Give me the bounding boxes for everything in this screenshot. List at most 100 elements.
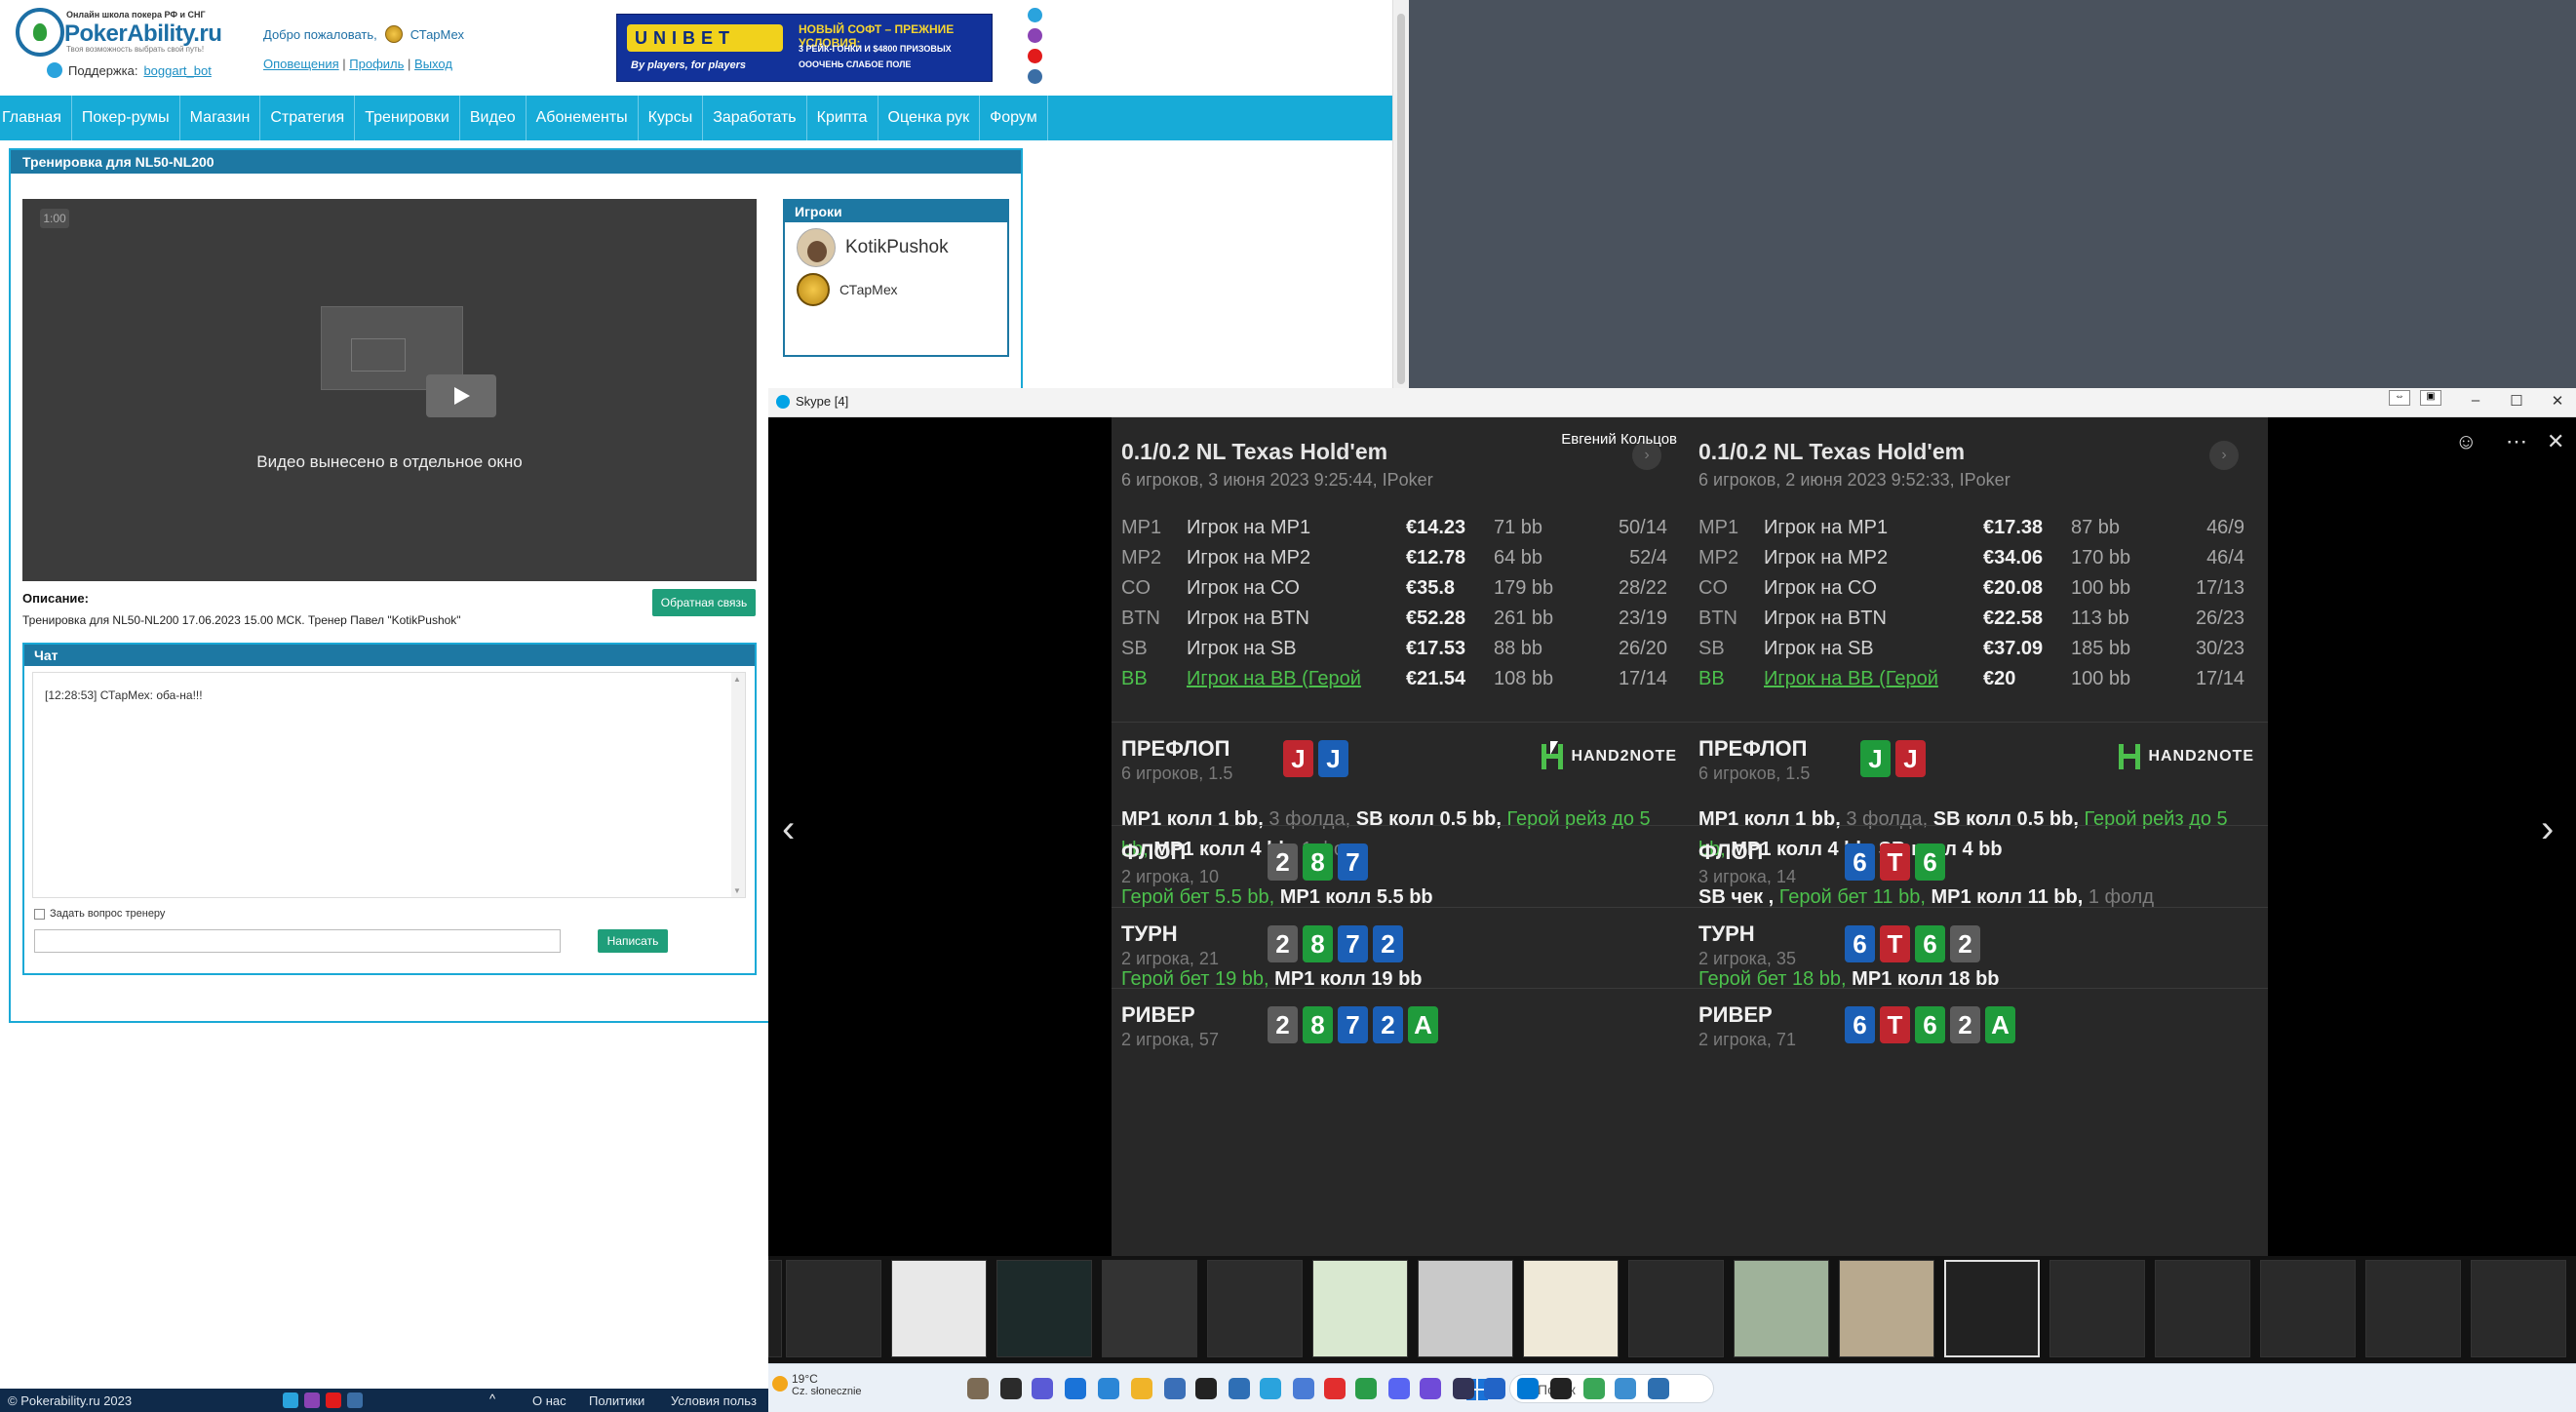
thumbnail[interactable] <box>996 1260 1092 1357</box>
player-name[interactable]: KotikPushok <box>845 237 949 258</box>
close-viewer-icon[interactable]: ✕ <box>2547 429 2564 454</box>
thumbnail[interactable] <box>1418 1260 1513 1357</box>
vk-icon[interactable] <box>1028 69 1042 84</box>
chat-scrollbar[interactable] <box>731 673 745 897</box>
site-logo[interactable]: Онлайн школа покера РФ и СНГ PokerAbilit… <box>16 8 222 60</box>
feedback-button[interactable]: Обратная связь <box>652 589 756 616</box>
close-window-icon[interactable]: ✕ <box>2547 392 2568 410</box>
play-icon[interactable] <box>426 374 496 417</box>
thumbnail[interactable] <box>2365 1260 2461 1357</box>
thumbnail[interactable] <box>1734 1260 1829 1357</box>
thumbnail[interactable] <box>786 1260 881 1357</box>
opera-icon[interactable] <box>1324 1378 1346 1399</box>
emoji-icon[interactable]: ☺ <box>2455 429 2477 454</box>
thumbnail[interactable] <box>2471 1260 2566 1357</box>
files-icon[interactable] <box>1131 1378 1152 1399</box>
nav-strategy[interactable]: Стратегия <box>260 96 356 140</box>
video-player[interactable]: 1:00 Видео вынесено в отдельное окно <box>22 199 757 581</box>
send-button[interactable]: Написать <box>598 929 668 953</box>
app-icon[interactable] <box>1453 1378 1474 1399</box>
youtube-icon[interactable] <box>326 1392 341 1408</box>
ask-trainer[interactable]: Задать вопрос тренеру <box>34 908 165 920</box>
page-scrollbar[interactable] <box>1392 0 1409 390</box>
info-icon[interactable] <box>1229 1378 1250 1399</box>
nav-hand-review[interactable]: Оценка рук <box>878 96 981 140</box>
thumbnail[interactable] <box>1628 1260 1724 1357</box>
vk-icon[interactable] <box>347 1392 363 1408</box>
nav-home[interactable]: Главная <box>0 96 72 140</box>
thumbnail[interactable] <box>1523 1260 1619 1357</box>
thumbnail[interactable] <box>1207 1260 1303 1357</box>
chevron-up-icon[interactable]: ^ <box>489 1392 495 1406</box>
nav-courses[interactable]: Курсы <box>639 96 704 140</box>
prev-image-icon[interactable]: ‹ <box>782 807 795 851</box>
teams-icon[interactable] <box>1032 1378 1053 1399</box>
task-view-icon[interactable] <box>1000 1378 1022 1399</box>
banner-line: 3 РЕЙК-ГОНКИ И $4800 ПРИЗОВЫХ <box>799 44 952 54</box>
pin-icon[interactable]: ⇔ <box>2389 390 2410 406</box>
weather-widget[interactable]: 19°C Cz. słonecznie <box>792 1372 862 1397</box>
calendar-icon[interactable] <box>1484 1378 1505 1399</box>
support-link[interactable]: boggart_bot <box>143 63 211 78</box>
twitch-icon[interactable] <box>304 1392 320 1408</box>
thumbnail[interactable] <box>2155 1260 2250 1357</box>
more-options-icon[interactable]: ⋯ <box>2506 429 2527 454</box>
next-image-icon[interactable]: › <box>2541 807 2554 851</box>
nav-video[interactable]: Видео <box>460 96 527 140</box>
save-icon[interactable] <box>1164 1378 1186 1399</box>
skype-icon[interactable] <box>1517 1378 1539 1399</box>
steam-icon[interactable] <box>1550 1378 1572 1399</box>
split-icon[interactable]: ▣ <box>2420 390 2441 406</box>
footer-link-about[interactable]: О нас <box>532 1393 566 1408</box>
player-name[interactable]: СТарМех <box>839 282 897 297</box>
app-icon[interactable] <box>1615 1378 1636 1399</box>
thumbnail[interactable] <box>2260 1260 2356 1357</box>
discord-icon[interactable] <box>1388 1378 1410 1399</box>
thumbnail[interactable] <box>2049 1260 2145 1357</box>
chevron-right-icon[interactable]: › <box>2209 441 2239 470</box>
telegram-icon[interactable] <box>1260 1378 1281 1399</box>
nav-forum[interactable]: Форум <box>980 96 1048 140</box>
nav-earn[interactable]: Заработать <box>703 96 807 140</box>
chat-messages[interactable]: [12:28:53] СТарМех: оба-на!!! <box>32 672 746 898</box>
thumbnail[interactable] <box>1944 1260 2040 1357</box>
twitch-icon[interactable] <box>1028 28 1042 43</box>
nav-trainings[interactable]: Тренировки <box>355 96 460 140</box>
footer-link-policies[interactable]: Политики <box>589 1393 644 1408</box>
maximize-icon[interactable]: ☐ <box>2506 392 2527 410</box>
ask-checkbox[interactable] <box>34 908 45 920</box>
notifications-link[interactable]: Оповещения <box>263 57 339 71</box>
youtube-icon[interactable] <box>1028 49 1042 63</box>
chat-input[interactable] <box>34 929 561 953</box>
store-icon[interactable] <box>1098 1378 1119 1399</box>
player-stack-bb: 100 bb <box>2071 668 2131 689</box>
welcome-user[interactable]: СТарМех <box>410 27 464 42</box>
thumbnail[interactable] <box>1102 1260 1197 1357</box>
nav-subscriptions[interactable]: Абонементы <box>527 96 639 140</box>
thumbnail[interactable] <box>891 1260 987 1357</box>
nav-crypto[interactable]: Крипта <box>807 96 878 140</box>
street-flop: ФЛОП 2 игрока, 10 2 8 7 Герой бет 5.5 bb, MP1… <box>1112 825 1691 908</box>
thumbnail[interactable] <box>1312 1260 1408 1357</box>
thumbnail[interactable] <box>1839 1260 1934 1357</box>
street-name: ТУРН <box>1121 922 1178 946</box>
app-icon[interactable] <box>1583 1378 1605 1399</box>
telegram-icon[interactable] <box>1028 8 1042 22</box>
thumbnail[interactable] <box>768 1260 782 1357</box>
logout-link[interactable]: Выход <box>414 57 452 71</box>
app-icon[interactable] <box>1648 1378 1669 1399</box>
nav-shop[interactable]: Магазин <box>180 96 261 140</box>
nav-poker-rooms[interactable]: Покер-румы <box>72 96 180 140</box>
chrome-icon[interactable] <box>1355 1378 1377 1399</box>
edge-icon[interactable] <box>1065 1378 1086 1399</box>
app-icon[interactable] <box>1293 1378 1314 1399</box>
minimize-icon[interactable]: – <box>2465 392 2486 409</box>
taskbar-search[interactable]: Поиск <box>1509 1374 1714 1404</box>
terminal-icon[interactable] <box>1195 1378 1217 1399</box>
telegram-icon[interactable] <box>283 1392 298 1408</box>
app-icon[interactable] <box>1420 1378 1441 1399</box>
game-icon[interactable] <box>967 1378 989 1399</box>
footer-link-terms[interactable]: Условия польз <box>671 1393 757 1408</box>
unibet-banner[interactable]: UNIBET By players, for players НОВЫЙ СОФ… <box>616 14 993 82</box>
profile-link[interactable]: Профиль <box>349 57 404 71</box>
